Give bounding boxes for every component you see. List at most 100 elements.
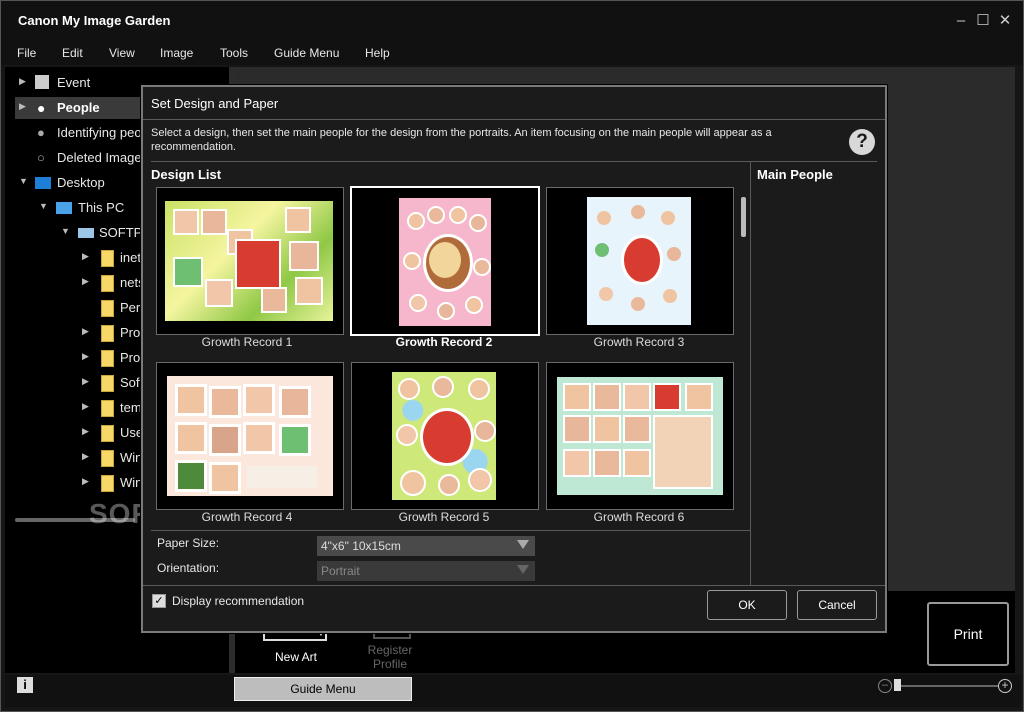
expand-arrow-icon[interactable]: ▶ — [82, 326, 89, 337]
tree-label: SOFTP — [99, 225, 143, 240]
menu-edit[interactable]: Edit — [62, 46, 83, 60]
folder-icon — [101, 275, 114, 292]
design-growth-record-1[interactable] — [156, 187, 344, 335]
dialog-title: Set Design and Paper — [151, 96, 279, 111]
menu-help[interactable]: Help — [365, 46, 390, 60]
dialog-instruction: Select a design, then set the main peopl… — [151, 127, 772, 153]
folder-icon — [101, 300, 114, 317]
design-thumbnail — [557, 377, 723, 495]
menu-image[interactable]: Image — [160, 46, 193, 60]
paper-size-value: 4"x6" 10x15cm — [321, 539, 401, 553]
expand-arrow-icon[interactable]: ▶ — [82, 376, 89, 387]
help-icon[interactable]: ? — [849, 129, 875, 155]
collapse-arrow-icon[interactable]: ▼ — [39, 201, 48, 211]
tree-label: This PC — [78, 200, 125, 215]
design-list-scrollbar[interactable] — [741, 197, 746, 237]
design-thumbnail — [399, 198, 491, 326]
menu-tools[interactable]: Tools — [220, 46, 248, 60]
expand-arrow-icon[interactable]: ▶ — [82, 276, 89, 287]
paper-size-label: Paper Size: — [157, 536, 220, 550]
expand-arrow-icon[interactable]: ▶ — [19, 101, 26, 112]
main-people-heading: Main People — [757, 167, 833, 182]
column-divider — [750, 161, 751, 585]
network-drive-icon — [78, 228, 94, 238]
set-design-and-paper-dialog: Set Design and Paper Select a design, th… — [141, 85, 887, 633]
chevron-down-icon — [517, 540, 529, 549]
design-thumbnail — [587, 197, 691, 325]
minimize-icon[interactable]: – — [951, 11, 971, 31]
collapse-arrow-icon[interactable]: ▼ — [61, 226, 70, 236]
menu-file[interactable]: File — [17, 46, 36, 60]
app-title: Canon My Image Garden — [18, 13, 171, 28]
tree-label: Deleted Images — [57, 150, 149, 165]
divider — [151, 530, 750, 531]
folder-icon — [101, 450, 114, 467]
tree-label: Event — [57, 75, 91, 90]
register-profile-line2: Profile — [372, 657, 407, 671]
tree-label: People — [57, 100, 100, 115]
ok-button[interactable]: OK — [707, 590, 787, 620]
display-recommendation-label[interactable]: Display recommendation — [172, 594, 304, 608]
design-name: Growth Record 2 — [395, 335, 493, 349]
register-profile-line1: Register — [367, 643, 413, 657]
menu-view[interactable]: View — [109, 46, 135, 60]
folder-icon — [101, 475, 114, 492]
divider — [151, 161, 877, 162]
collapse-arrow-icon[interactable]: ▼ — [19, 176, 28, 186]
cancel-button[interactable]: Cancel — [797, 590, 877, 620]
orientation-value: Portrait — [321, 564, 360, 578]
design-thumbnail — [167, 376, 333, 496]
tree-label: Win — [120, 450, 143, 465]
divider — [143, 585, 885, 586]
register-profile-label: Register Profile — [367, 643, 413, 671]
design-thumbnail — [392, 372, 496, 500]
expand-arrow-icon[interactable]: ▶ — [82, 476, 89, 487]
app-window: Canon My Image Garden – ☐ ✕ File Edit Vi… — [0, 0, 1024, 712]
close-icon[interactable]: ✕ — [995, 11, 1015, 31]
tree-label: Desktop — [57, 175, 105, 190]
expand-arrow-icon[interactable]: ▶ — [82, 451, 89, 462]
design-growth-record-2[interactable] — [350, 186, 540, 336]
menu-guide-menu[interactable]: Guide Menu — [274, 46, 339, 60]
maximize-icon[interactable]: ☐ — [973, 11, 993, 31]
zoom-slider[interactable] — [895, 685, 999, 687]
expand-arrow-icon[interactable]: ▶ — [82, 251, 89, 262]
orientation-select: Portrait — [317, 561, 535, 581]
desktop-icon — [35, 177, 51, 189]
chevron-down-icon — [517, 565, 529, 574]
tree-label: inet — [120, 250, 141, 265]
folder-icon — [101, 375, 114, 392]
design-name: Growth Record 3 — [593, 335, 685, 349]
folder-icon — [101, 425, 114, 442]
design-growth-record-3[interactable] — [546, 187, 734, 335]
design-name: Growth Record 4 — [201, 510, 293, 524]
zoom-in-icon[interactable]: + — [998, 679, 1012, 693]
computer-icon — [56, 202, 72, 214]
folder-icon — [101, 400, 114, 417]
display-recommendation-checkbox[interactable]: ✓ — [152, 594, 166, 608]
paper-size-select[interactable]: 4"x6" 10x15cm — [317, 536, 535, 556]
title-bar: Canon My Image Garden – ☐ ✕ — [1, 1, 1023, 41]
expand-arrow-icon[interactable]: ▶ — [82, 351, 89, 362]
person-icon: ● — [37, 100, 46, 116]
guide-menu-button[interactable]: Guide Menu — [234, 677, 412, 701]
info-icon[interactable]: i — [17, 677, 33, 693]
design-name: Growth Record 1 — [201, 335, 293, 349]
folder-icon — [101, 350, 114, 367]
status-bar: i Guide Menu – + — [5, 675, 1021, 707]
zoom-slider-handle[interactable] — [894, 679, 901, 691]
design-growth-record-5[interactable] — [351, 362, 539, 510]
design-thumbnail — [165, 201, 333, 321]
deleted-person-icon: ○ — [37, 150, 45, 165]
expand-arrow-icon[interactable]: ▶ — [19, 76, 26, 87]
design-growth-record-6[interactable] — [546, 362, 734, 510]
design-growth-record-4[interactable] — [156, 362, 344, 510]
expand-arrow-icon[interactable]: ▶ — [82, 426, 89, 437]
design-list-heading: Design List — [151, 167, 222, 182]
new-art-label[interactable]: New Art — [275, 650, 317, 664]
folder-icon — [101, 250, 114, 267]
folder-icon — [101, 325, 114, 342]
zoom-out-icon[interactable]: – — [878, 679, 892, 693]
expand-arrow-icon[interactable]: ▶ — [82, 401, 89, 412]
print-button[interactable]: Print — [927, 602, 1009, 666]
